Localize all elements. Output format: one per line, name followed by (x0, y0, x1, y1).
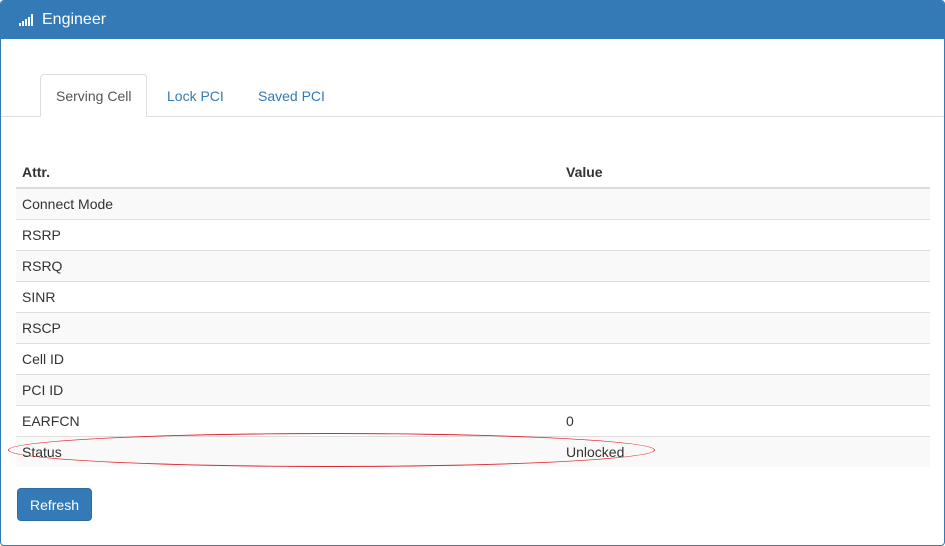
value-cell (560, 311, 930, 343)
value-cell (560, 249, 930, 281)
table-row: RSRP (16, 218, 930, 250)
attr-cell: SINR (16, 280, 560, 312)
attr-cell: EARFCN (16, 404, 560, 436)
attr-cell: Cell ID (16, 342, 560, 374)
table-row: RSRQ (16, 249, 930, 281)
attr-cell: RSCP (16, 311, 560, 343)
table-row-status: Status Unlocked (16, 435, 930, 467)
panel-title: Engineer (42, 11, 107, 28)
attr-cell: RSRQ (16, 249, 560, 281)
table-header-row: Attr. Value (16, 157, 930, 189)
tab-saved-pci[interactable]: Saved PCI (242, 74, 341, 117)
serving-cell-table: Attr. Value Connect Mode RSRP RSRQ SINR (16, 157, 930, 467)
table-row: RSCP (16, 311, 930, 343)
value-cell (560, 187, 930, 219)
attr-cell: Status (16, 435, 560, 467)
column-header-attr: Attr. (16, 157, 560, 189)
engineer-panel: Engineer Serving Cell Lock PCI Saved PCI… (0, 0, 945, 546)
refresh-button[interactable]: Refresh (17, 488, 92, 521)
value-cell (560, 218, 930, 250)
table-row: EARFCN 0 (16, 404, 930, 436)
attr-cell: Connect Mode (16, 187, 560, 219)
value-cell (560, 342, 930, 374)
table-row: SINR (16, 280, 930, 312)
attr-cell: RSRP (16, 218, 560, 250)
tab-bar: Serving Cell Lock PCI Saved PCI (1, 74, 944, 117)
signal-bars-icon (19, 14, 36, 26)
value-cell (560, 280, 930, 312)
column-header-value: Value (560, 157, 930, 189)
value-cell (560, 373, 930, 405)
tab-serving-cell[interactable]: Serving Cell (40, 74, 148, 117)
value-cell: 0 (560, 404, 930, 436)
table-row: Cell ID (16, 342, 930, 374)
attr-cell: PCI ID (16, 373, 560, 405)
panel-header: Engineer (1, 1, 944, 39)
tab-lock-pci[interactable]: Lock PCI (151, 74, 240, 117)
table-row: Connect Mode (16, 187, 930, 219)
table-row: PCI ID (16, 373, 930, 405)
status-value-cell: Unlocked (560, 435, 930, 467)
